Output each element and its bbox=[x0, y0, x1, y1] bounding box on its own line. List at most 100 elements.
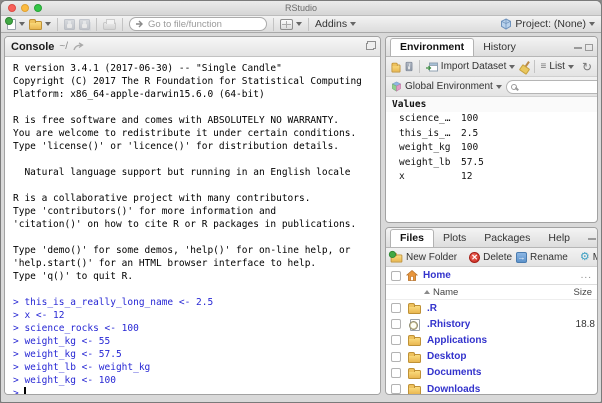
tab-viewer[interactable]: Viewer bbox=[579, 230, 588, 247]
goto-file-input[interactable] bbox=[129, 17, 267, 31]
file-row[interactable]: Documents bbox=[386, 365, 597, 381]
file-row[interactable]: Desktop bbox=[386, 349, 597, 365]
file-checkbox[interactable] bbox=[391, 319, 401, 329]
maximize-panel-icon[interactable] bbox=[366, 43, 374, 50]
new-folder-button[interactable]: New Folder bbox=[390, 251, 457, 263]
environment-row[interactable]: this_is_… 2.5 bbox=[386, 127, 597, 142]
delete-button[interactable]: ✕ Delete bbox=[469, 252, 512, 263]
save-all-button[interactable] bbox=[79, 19, 90, 30]
tab-plots[interactable]: Plots bbox=[434, 230, 475, 247]
rstudio-window: RStudio Addins bbox=[0, 0, 602, 403]
file-checkbox[interactable] bbox=[391, 352, 401, 362]
chevron-down-icon bbox=[19, 22, 25, 26]
addins-label: Addins bbox=[315, 18, 347, 30]
tab-history[interactable]: History bbox=[474, 39, 525, 56]
environment-row[interactable]: weight_kg 100 bbox=[386, 141, 597, 156]
console-prompt-line[interactable]: > bbox=[13, 387, 380, 394]
environment-row[interactable]: weight_lb 57.5 bbox=[386, 156, 597, 171]
gear-icon: ⚙ bbox=[580, 252, 590, 263]
project-cube-icon bbox=[500, 18, 512, 30]
folder-icon bbox=[408, 370, 421, 379]
workspace-panes-button[interactable] bbox=[280, 19, 302, 30]
files-list: .R .Rhistory 18.8 Applications bbox=[386, 300, 597, 394]
chevron-down-icon bbox=[589, 22, 595, 26]
sort-by-name-header[interactable]: Name bbox=[424, 287, 458, 298]
console-line: 'help.start()' for an HTML browser inter… bbox=[13, 257, 380, 270]
environment-values: Values science_… 100 this_is_… 2.5 weigh… bbox=[386, 97, 597, 222]
addins-button[interactable]: Addins bbox=[315, 18, 356, 30]
window-title: RStudio bbox=[1, 3, 601, 13]
new-folder-label: New Folder bbox=[406, 252, 457, 263]
print-button[interactable] bbox=[103, 22, 116, 30]
file-row[interactable]: Downloads bbox=[386, 381, 597, 394]
select-all-checkbox[interactable] bbox=[391, 271, 401, 281]
console-line bbox=[13, 179, 380, 192]
more-button[interactable]: ⚙ More bbox=[580, 252, 597, 263]
chevron-down-icon bbox=[568, 65, 574, 69]
console-header: Console ~/ bbox=[5, 37, 380, 57]
file-row[interactable]: .R bbox=[386, 300, 597, 316]
files-panel: Files Plots Packages Help Viewer New Fol… bbox=[385, 227, 598, 395]
size-column-header[interactable]: Size bbox=[574, 287, 592, 298]
tab-environment[interactable]: Environment bbox=[390, 38, 474, 57]
new-file-button[interactable] bbox=[7, 19, 25, 30]
console-line: Type 'q()' to quit R. bbox=[13, 270, 380, 283]
file-checkbox[interactable] bbox=[391, 303, 401, 313]
console-input-line: > x <- 12 bbox=[13, 309, 380, 322]
environment-row[interactable]: science_… 100 bbox=[386, 112, 597, 127]
toolbar-separator bbox=[308, 18, 309, 31]
console-input-line: > weight_kg <- 55 bbox=[13, 335, 380, 348]
environment-scope-label: Global Environment bbox=[405, 81, 493, 92]
console-input-line: > weight_kg <- 100 bbox=[13, 374, 380, 387]
console-line: You are welcome to redistribute it under… bbox=[13, 127, 380, 140]
list-icon: ≡ bbox=[541, 61, 547, 72]
import-dataset-label: Import Dataset bbox=[441, 61, 507, 72]
popout-icon[interactable] bbox=[73, 42, 85, 52]
main-area: Console ~/ R version 3.4.1 (2017-06-30) … bbox=[1, 33, 601, 399]
chevron-down-icon bbox=[509, 65, 515, 69]
tab-help[interactable]: Help bbox=[539, 230, 579, 247]
project-menu-button[interactable]: Project: (None) bbox=[500, 18, 595, 30]
environment-scope-bar: Global Environment bbox=[386, 77, 597, 97]
open-file-button[interactable] bbox=[29, 18, 51, 30]
console-line: Natural language support but running in … bbox=[13, 166, 380, 179]
rename-label: Rename bbox=[530, 252, 568, 263]
console-title: Console bbox=[11, 41, 54, 53]
refresh-icon[interactable]: ↻ bbox=[582, 60, 592, 74]
environment-row[interactable]: x 12 bbox=[386, 170, 597, 185]
minimize-pane-icon[interactable] bbox=[574, 47, 582, 49]
text-cursor bbox=[24, 387, 26, 394]
files-toolbar: New Folder ✕ Delete → Rename ⚙ More bbox=[386, 248, 597, 267]
environment-scope-button[interactable]: Global Environment bbox=[391, 81, 502, 92]
folder-icon bbox=[408, 386, 421, 394]
goto-arrow-icon bbox=[135, 19, 145, 29]
console-line: Copyright (C) 2017 The R Foundation for … bbox=[13, 75, 380, 88]
file-row[interactable]: .Rhistory 18.8 bbox=[386, 316, 597, 332]
import-dataset-button[interactable]: Import Dataset bbox=[426, 61, 516, 72]
open-folder-icon bbox=[29, 21, 42, 30]
breadcrumb-home-link[interactable]: Home bbox=[423, 270, 451, 281]
save-button[interactable] bbox=[64, 19, 75, 30]
file-checkbox[interactable] bbox=[391, 335, 401, 345]
save-workspace-icon[interactable] bbox=[405, 62, 412, 71]
file-row[interactable]: Applications bbox=[386, 332, 597, 348]
list-view-button[interactable]: ≡ List bbox=[541, 61, 574, 72]
breadcrumb-more-button[interactable]: ... bbox=[581, 270, 592, 281]
console-panel: Console ~/ R version 3.4.1 (2017-06-30) … bbox=[4, 36, 381, 395]
console-line: 'citation()' on how to cite R or R packa… bbox=[13, 218, 380, 231]
minimize-pane-icon[interactable] bbox=[588, 238, 596, 240]
console-output[interactable]: R version 3.4.1 (2017-06-30) -- "Single … bbox=[5, 57, 380, 394]
history-file-icon bbox=[409, 319, 420, 330]
environment-search-input[interactable] bbox=[506, 80, 597, 94]
search-icon bbox=[511, 84, 517, 90]
rename-button[interactable]: → Rename bbox=[516, 252, 568, 263]
load-workspace-icon[interactable] bbox=[391, 64, 400, 72]
console-path: ~/ bbox=[59, 41, 68, 52]
rename-icon: → bbox=[516, 252, 527, 263]
tab-files[interactable]: Files bbox=[390, 229, 434, 248]
tab-packages[interactable]: Packages bbox=[475, 230, 539, 247]
file-checkbox[interactable] bbox=[391, 384, 401, 394]
file-checkbox[interactable] bbox=[391, 368, 401, 378]
clear-objects-broom-icon[interactable] bbox=[519, 61, 527, 73]
maximize-pane-icon[interactable] bbox=[585, 44, 593, 51]
